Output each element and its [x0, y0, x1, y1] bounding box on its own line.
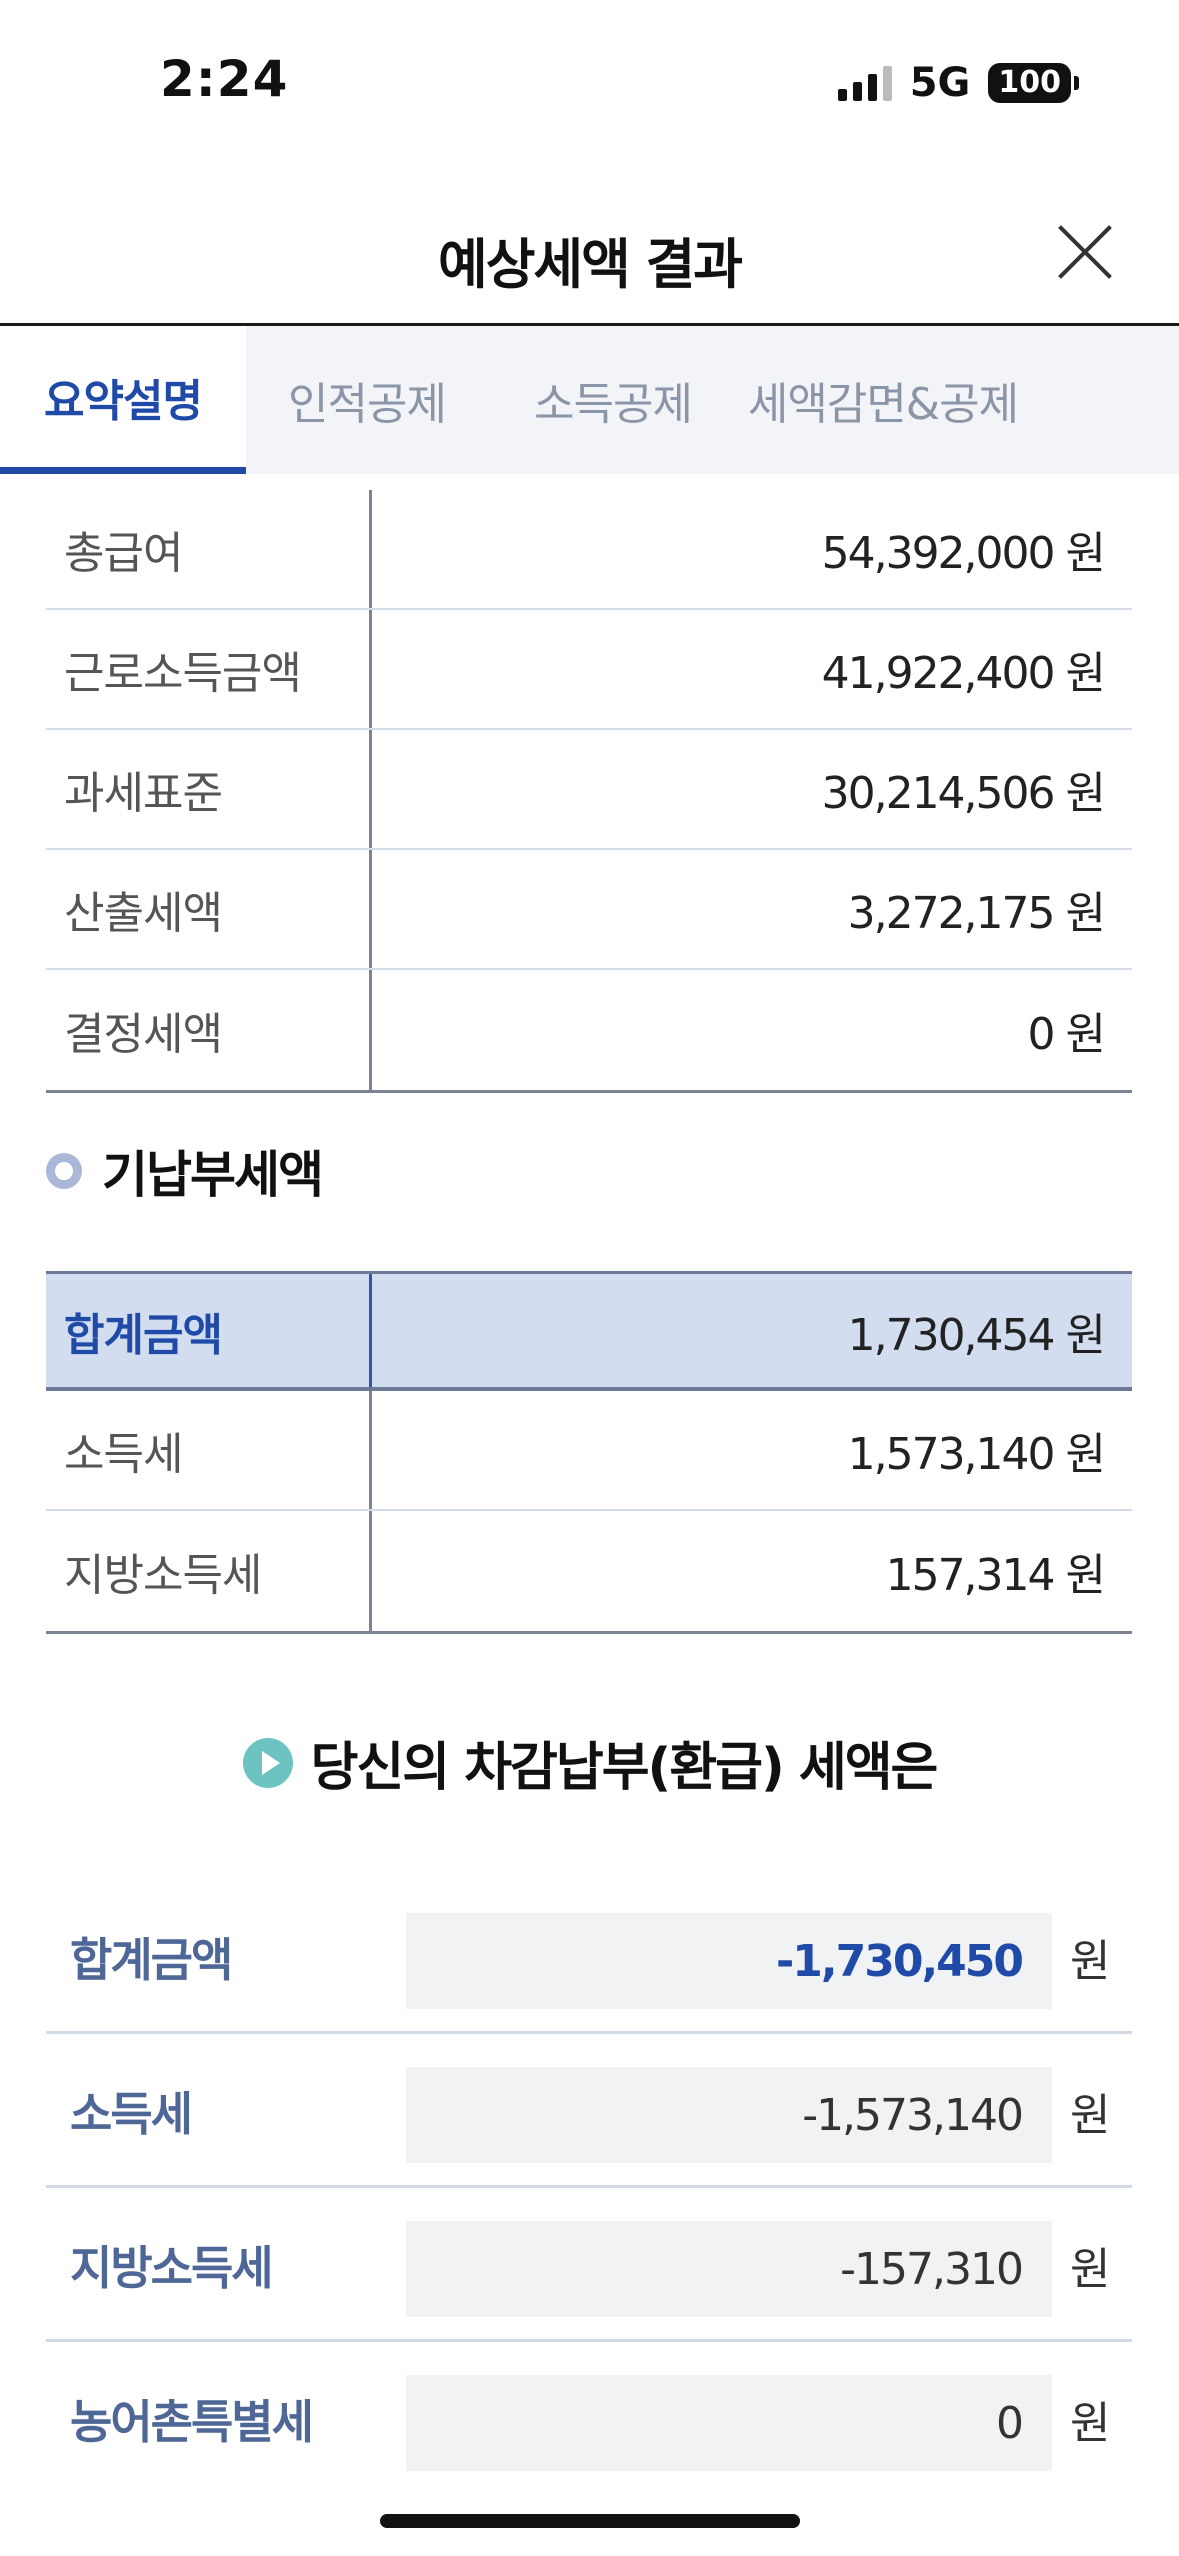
- battery-level: 100: [988, 63, 1071, 103]
- status-time: 2:24: [160, 50, 289, 108]
- result-label: 합계금액: [70, 1933, 233, 1987]
- row-label: 소득세: [46, 1391, 372, 1509]
- tab-summary[interactable]: 요약설명: [0, 326, 246, 474]
- table-row: 소득세 1,573,140 원: [46, 1391, 1132, 1511]
- table-row: 산출세액 3,272,175 원: [46, 850, 1132, 970]
- result-title: 당신의 차감납부(환급) 세액은: [310, 1738, 939, 1798]
- network-label: 5G: [909, 60, 971, 106]
- unit-label: 원: [1070, 2398, 1111, 2449]
- status-indicators: 5G 100: [837, 60, 1079, 106]
- result-field: 0: [406, 2375, 1052, 2471]
- result-label: 농어촌특별세: [70, 2395, 314, 2449]
- tab-personal-deduction[interactable]: 인적공제: [246, 326, 488, 474]
- result-total-field: -1,730,450: [406, 1913, 1052, 2009]
- result-label: 소득세: [70, 2087, 193, 2141]
- unit-label: 원: [1070, 1936, 1111, 1987]
- table-row: 근로소득금액 41,922,400 원: [46, 610, 1132, 730]
- play-icon: [242, 1737, 293, 1788]
- row-value: 41,922,400 원: [821, 648, 1106, 699]
- prepaid-heading: 기납부세액: [46, 1135, 324, 1207]
- row-value: 0 원: [1027, 1009, 1106, 1060]
- row-value: 30,214,506 원: [821, 768, 1106, 819]
- prepaid-title: 기납부세액: [102, 1146, 324, 1204]
- battery-icon: 100: [988, 63, 1079, 103]
- list-item: 농어촌특별세 0 원: [46, 2342, 1132, 2496]
- result-label: 지방소득세: [70, 2241, 274, 2295]
- row-label: 결정세액: [46, 970, 372, 1090]
- table-row: 총급여 54,392,000 원: [46, 490, 1132, 610]
- tab-tax-credit[interactable]: 세액감면&공제: [738, 326, 1028, 474]
- tab-bar: 요약설명 인적공제 소득공제 세액감면&공제: [0, 326, 1179, 474]
- list-item: 합계금액 -1,730,450 원: [46, 1880, 1132, 2034]
- row-label: 근로소득금액: [46, 610, 372, 728]
- table-row-total: 합계금액 1,730,454 원: [46, 1271, 1132, 1391]
- row-value: 157,314 원: [885, 1550, 1106, 1601]
- row-label: 산출세액: [46, 850, 372, 968]
- page-header: 예상세액 결과: [0, 170, 1179, 326]
- row-value: 1,573,140 원: [847, 1429, 1106, 1480]
- summary-table: 총급여 54,392,000 원 근로소득금액 41,922,400 원 과세표…: [46, 490, 1132, 1093]
- row-label: 합계금액: [46, 1274, 372, 1387]
- row-label: 과세표준: [46, 730, 372, 848]
- table-row: 과세표준 30,214,506 원: [46, 730, 1132, 850]
- row-value: 1,730,454 원: [847, 1309, 1106, 1361]
- home-indicator[interactable]: [380, 2514, 800, 2528]
- close-button[interactable]: [1055, 222, 1115, 282]
- status-bar: 2:24 5G 100: [0, 0, 1179, 170]
- result-heading: 당신의 차감납부(환급) 세액은: [0, 1725, 1179, 1800]
- prepaid-table: 합계금액 1,730,454 원 소득세 1,573,140 원 지방소득세 1…: [46, 1271, 1132, 1634]
- list-item: 지방소득세 -157,310 원: [46, 2188, 1132, 2342]
- tab-income-deduction[interactable]: 소득공제: [488, 326, 738, 474]
- result-field: -157,310: [406, 2221, 1052, 2317]
- result-field: -1,573,140: [406, 2067, 1052, 2163]
- page-title: 예상세액 결과: [438, 233, 743, 296]
- table-row: 결정세액 0 원: [46, 970, 1132, 1090]
- signal-icon: [837, 65, 892, 101]
- row-value: 3,272,175 원: [847, 888, 1106, 939]
- result-list: 합계금액 -1,730,450 원 소득세 -1,573,140 원 지방소득세…: [46, 1880, 1132, 2496]
- row-label: 총급여: [46, 490, 372, 608]
- list-item: 소득세 -1,573,140 원: [46, 2034, 1132, 2188]
- unit-label: 원: [1070, 2090, 1111, 2141]
- row-value: 54,392,000 원: [821, 528, 1106, 579]
- row-label: 지방소득세: [46, 1511, 372, 1631]
- table-row: 지방소득세 157,314 원: [46, 1511, 1132, 1631]
- unit-label: 원: [1070, 2244, 1111, 2295]
- circle-bullet-icon: [46, 1153, 82, 1189]
